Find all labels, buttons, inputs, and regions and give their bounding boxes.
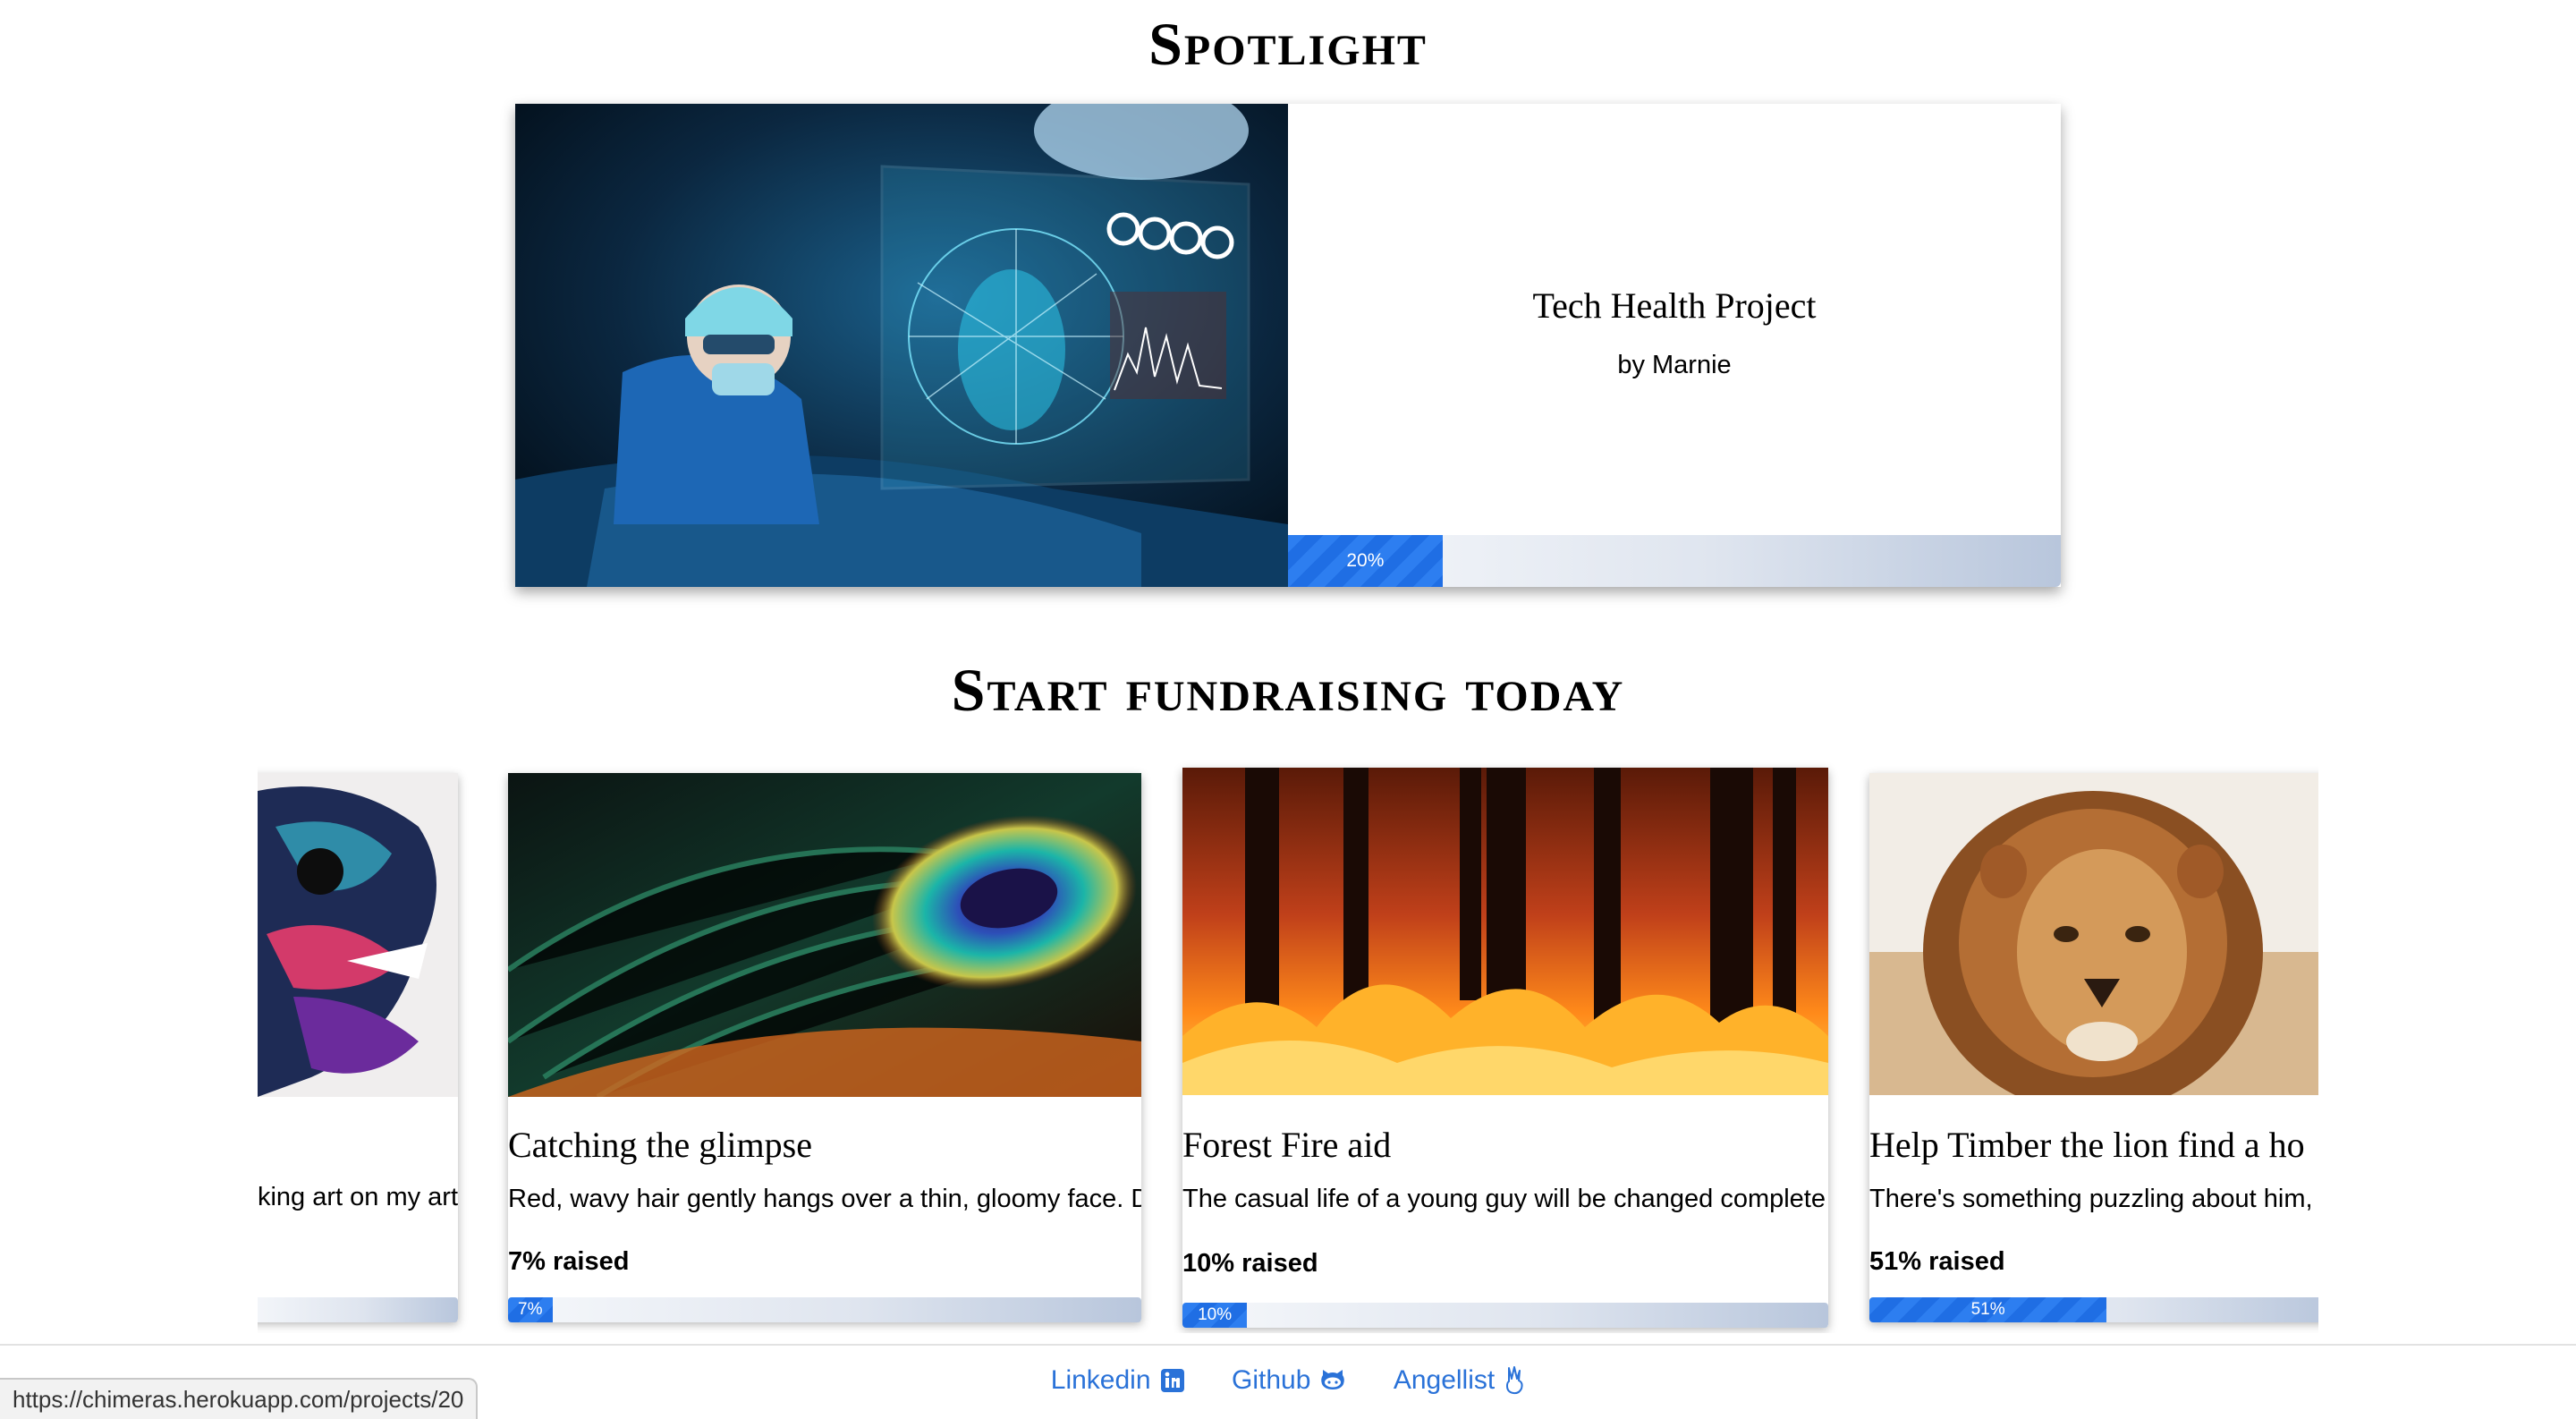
forest-fire-image	[1182, 768, 1828, 1095]
spotlight-progress-fill: 20%	[1288, 535, 1443, 587]
project-card-raised: 7% raised	[508, 1247, 630, 1276]
project-card-description: The casual life of a young guy will be c…	[1182, 1185, 1826, 1213]
project-card-progress-fill: 10%	[1182, 1303, 1248, 1328]
angellist-link[interactable]: Angellist	[1394, 1365, 1525, 1396]
spotlight-progress-bar: 20%	[1288, 535, 2061, 587]
project-card-progress-fill: 7%	[508, 1297, 553, 1322]
project-card-description: Red, wavy hair gently hangs over a thin,…	[508, 1185, 1141, 1213]
peacock-feather-image	[508, 773, 1141, 1097]
project-card-image	[1182, 768, 1828, 1095]
spotlight-byline: by Marnie	[1617, 351, 1732, 379]
project-card-progress-bar: 7%	[508, 1297, 1141, 1322]
github-link[interactable]: Github	[1232, 1365, 1346, 1396]
spotlight-image[interactable]	[515, 104, 1288, 587]
project-card-description: There's something puzzling about him,	[1869, 1185, 2313, 1213]
project-card[interactable]: Forest Fire aid The casual life of a you…	[1182, 768, 1828, 1328]
spotlight-heading: Spotlight	[1148, 10, 1428, 78]
linkedin-icon	[1160, 1369, 1184, 1392]
project-card-progress-bar: 51%	[1869, 1297, 2318, 1322]
project-card-title[interactable]: Forest Fire aid	[1182, 1124, 1391, 1166]
project-card-image	[508, 773, 1141, 1097]
spotlight-info: Tech Health Project by Marnie	[1288, 104, 2061, 533]
project-card[interactable]: aking art on my art	[258, 773, 458, 1322]
angellist-peace-hand-icon	[1506, 1366, 1523, 1395]
project-card-image	[1869, 773, 2318, 1095]
project-card-description: aking art on my art	[258, 1183, 458, 1211]
project-card-progress-fill: 51%	[1869, 1297, 2107, 1322]
project-card-raised: 10% raised	[1182, 1249, 1318, 1278]
status-bar-url: https://chimeras.herokuapp.com/projects/…	[0, 1378, 479, 1419]
spotlight-card[interactable]: Tech Health Project by Marnie 20%	[515, 104, 2061, 587]
project-card[interactable]: Help Timber the lion find a ho There's s…	[1869, 773, 2318, 1322]
project-card-image	[258, 773, 458, 1097]
project-card-title[interactable]: Catching the glimpse	[508, 1124, 812, 1166]
angellist-label: Angellist	[1393, 1365, 1496, 1395]
fundraise-heading: Start fundraising today	[951, 656, 1625, 724]
abstract-art-image	[258, 773, 458, 1097]
github-octocat-icon	[1321, 1370, 1345, 1389]
lion-image	[1869, 773, 2318, 1095]
linkedin-label: Linkedin	[1050, 1365, 1151, 1395]
project-card[interactable]: Catching the glimpse Red, wavy hair gent…	[508, 773, 1141, 1322]
project-carousel[interactable]: aking art on my art Catching the glimpse…	[258, 760, 2318, 1333]
github-label: Github	[1231, 1365, 1311, 1395]
project-card-title[interactable]: Help Timber the lion find a ho	[1869, 1124, 2305, 1166]
project-card-progress-bar	[258, 1297, 458, 1322]
surgeon-hologram-image	[515, 104, 1288, 587]
project-card-raised: 51% raised	[1869, 1247, 2005, 1276]
spotlight-project-title[interactable]: Tech Health Project	[1288, 285, 2061, 327]
project-card-progress-bar: 10%	[1182, 1303, 1828, 1328]
linkedin-link[interactable]: Linkedin	[1051, 1365, 1185, 1396]
